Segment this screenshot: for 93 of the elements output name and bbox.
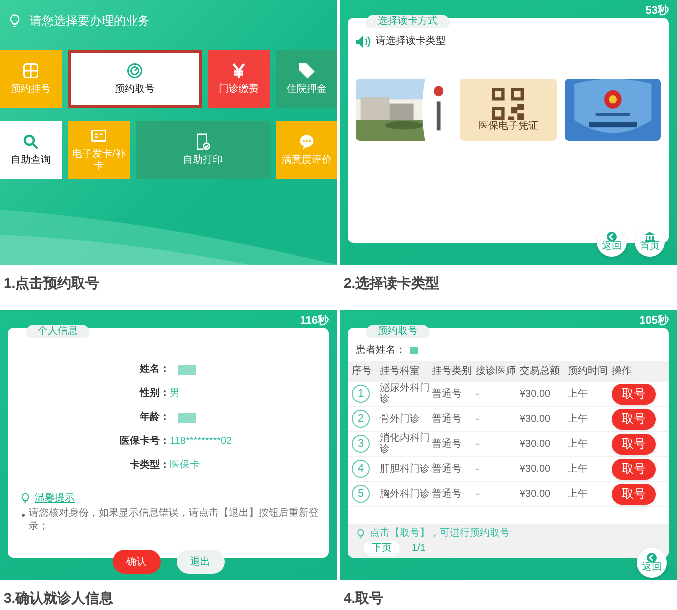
table-cell-text: 上午 [568,438,589,452]
field-value: 医保卡 [170,458,200,473]
countdown-timer: 53秒 [646,5,669,17]
table-cell-text: 胸外科门诊 [380,488,431,500]
service-tile[interactable]: 自助查询 [0,121,62,179]
table-cell-text: - [476,388,480,402]
column-header: 操作 [612,365,633,379]
bank-building-icon [645,232,655,242]
table-cell-text: - [476,438,480,452]
table-cell-text: 普通号 [432,412,463,426]
lightbulb-icon [356,528,366,538]
row-number: 3 [352,435,370,453]
table-cell-text: 上午 [568,462,589,476]
card-option[interactable]: 医保电子凭证 [460,79,557,141]
tip-title: 温馨提示 [35,492,75,506]
table-cell-text: ¥30.00 [520,462,552,476]
field-label: 年龄： [138,410,170,425]
service-tile[interactable]: 门诊缴费 [208,50,270,108]
step-caption: 1.点击预约取号 [3,274,101,293]
patient-label: 患者姓名： [356,344,406,358]
table-cell-text: 骨外门诊 [380,414,421,424]
table-cell-text: 普通号 [432,438,463,452]
tag-icon [298,62,316,80]
column-header: 接诊医师 [476,364,517,379]
table-cell-text: ¥30.00 [520,412,552,426]
tip-text: 请您核对身份，如果显示信息错误，请点击【退出】按钮后重新登录； [29,508,320,533]
speaker-icon [356,36,372,48]
table-cell-text: 上午 [568,488,589,502]
countdown-timer: 105秒 [640,315,669,327]
field-label: 卡类型： [129,458,170,473]
yen-icon [230,62,248,80]
table-cell-text: 上午 [568,388,589,402]
service-tile[interactable]: 预约取号 [68,50,202,108]
search-icon [22,132,40,151]
table-cell-text: 普通号 [432,462,463,476]
lightbulb-icon [20,493,31,504]
back-arrow-icon [647,553,657,563]
step-caption: 3.确认就诊人信息 [3,589,115,608]
page-indicator: 1/1 [412,542,426,556]
table-cell-text: ¥30.00 [520,488,552,502]
redaction-block [178,364,196,374]
field-label: 医保卡号： [119,434,170,449]
column-header: 挂号科室 [380,364,421,379]
document-check-icon [194,132,212,151]
table-cell-text: 普通号 [432,388,463,402]
row-number: 1 [352,385,370,403]
step-caption: 2.选择读卡类型 [343,274,441,293]
table-cell-text: 上午 [568,412,589,426]
column-header: 序号 [352,364,373,379]
table-cell-text: ¥30.00 [520,438,552,452]
table-cell-text: - [476,462,480,476]
confirm-button[interactable]: 确认 [112,550,160,574]
column-header: 预约时间 [568,364,609,379]
take-number-button[interactable]: 取号 [612,458,656,480]
table-cell-text: 普通号 [432,488,463,502]
take-number-button[interactable]: 取号 [612,434,656,454]
back-arrow-icon [607,232,617,242]
field-value: 118*********02 [170,435,232,449]
table-cell-text: - [476,488,480,502]
redaction-block [410,347,418,354]
table-cell-text: ¥30.00 [520,388,552,402]
spiral-icon [126,62,144,80]
column-header: 交易总额 [520,364,561,379]
row-number: 2 [352,410,370,428]
column-header: 挂号类别 [432,364,473,379]
row-number: 5 [352,485,370,503]
table-cell-text: 消化内科门诊 [380,433,431,455]
take-number-button[interactable]: 取号 [612,384,656,404]
field-label: 性别： [138,386,170,401]
service-tile[interactable]: 住院押金 [276,50,337,108]
back-button[interactable]: 返回 [597,227,627,257]
hint-text: 点击【取号】，可进行预约取号 [370,526,510,541]
redaction-block [178,412,196,422]
field-value: 男 [170,387,180,401]
take-number-button[interactable]: 取号 [612,408,656,430]
prompt-text: 请您选择要办理的业务 [30,13,150,30]
lightbulb-icon [8,14,22,28]
row-number: 4 [352,460,370,478]
table-cell-text: 肝胆科门诊 [380,464,431,474]
countdown-timer: 116秒 [300,315,329,327]
field-label: 姓名： [138,362,170,377]
next-page-button[interactable]: 下页 [364,541,400,556]
step-caption: 4.取号 [343,589,385,608]
chat-bubble-icon [298,132,316,151]
back-button[interactable]: 返回 [637,548,667,578]
table-cell-text: 泌尿外科门诊 [380,383,431,405]
prompt-text: 请选择读卡类型 [376,34,446,49]
qr-code-icon [492,88,524,120]
exit-button[interactable]: 退出 [176,550,224,574]
table-cell-text: - [476,412,480,426]
service-tile[interactable]: 自助打印 [136,121,270,179]
take-number-button[interactable]: 取号 [612,484,656,504]
grid-icon [22,62,40,80]
